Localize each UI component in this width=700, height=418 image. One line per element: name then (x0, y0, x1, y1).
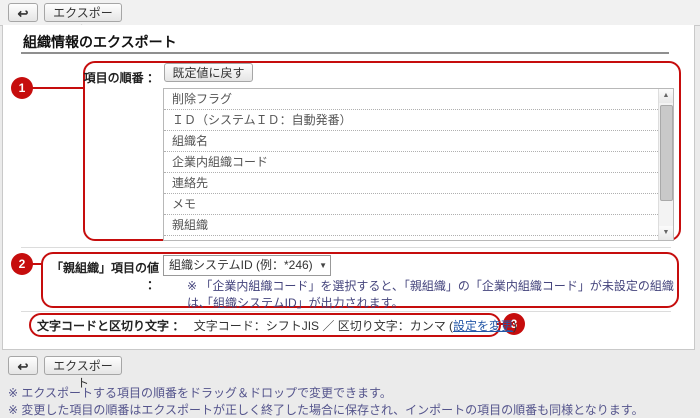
reset-default-button[interactable]: 既定値に戻す (164, 63, 253, 82)
selected-option-label: 組織システムID (例：*246) (169, 258, 313, 272)
back-icon: ↩ (18, 359, 29, 374)
parent-org-label: 「親組織」項目の値 ： (39, 259, 159, 293)
charset-row: 文字コードと区切り文字 ： 文字コード：シフトJIS ／ 区切り文字：カンマ (… (37, 317, 517, 334)
annotation-marker-2: 2 (11, 253, 33, 275)
parent-org-value-select[interactable]: 組織システムID (例：*246) ▼ (163, 255, 331, 276)
back-button[interactable]: ↩ (8, 3, 38, 22)
page: ↩ エクスポート 組織情報のエクスポート 1 項目の順番 ： 既定値に戻す 削除… (0, 0, 700, 416)
chevron-down-icon: ▼ (319, 256, 327, 275)
export-button-top[interactable]: エクスポート (44, 3, 122, 22)
footer-note-drag-drop: ※ エクスポートする項目の順番をドラッグ＆ドロップで変更できます。 (8, 384, 392, 401)
list-item[interactable]: 親組織 (164, 215, 658, 236)
list-scrollbar[interactable]: ▲ ▼ (658, 89, 673, 240)
section-divider (21, 247, 671, 248)
scroll-down-icon[interactable]: ▼ (659, 226, 673, 240)
main-panel: 組織情報のエクスポート 1 項目の順番 ： 既定値に戻す 削除フラグ ＩＤ（シス… (2, 25, 695, 350)
change-settings-link[interactable]: 設定を変更 (453, 319, 513, 333)
list-item[interactable]: メモ (164, 194, 658, 215)
charset-value: 文字コード：シフトJIS ／ 区切り文字：カンマ ( (194, 319, 453, 333)
export-button-bottom[interactable]: エクスポート (44, 356, 122, 375)
back-icon: ↩ (18, 6, 29, 21)
footer-note-order-saved: ※ 変更した項目の順番はエクスポートが正しく終了した場合に保存され、インポートの… (8, 401, 644, 418)
scrollbar-thumb[interactable] (660, 105, 673, 201)
order-label: 項目の順番 ： (69, 69, 159, 86)
list-item[interactable]: 削除フラグ (164, 89, 658, 110)
scroll-up-icon[interactable]: ▲ (659, 89, 673, 103)
title-rule (21, 52, 669, 54)
charset-value-suffix: ) (513, 319, 517, 333)
list-item[interactable]: 組織名 (164, 131, 658, 152)
back-button-bottom[interactable]: ↩ (8, 356, 38, 375)
charset-label: 文字コードと区切り文字 ： (37, 319, 190, 333)
list-item[interactable]: 企業内組織コード (164, 152, 658, 173)
field-order-list[interactable]: 削除フラグ ＩＤ（システムＩＤ：自動発番） 組織名 企業内組織コード 連絡先 メ… (163, 88, 674, 241)
annotation-connector-1 (31, 87, 85, 89)
section-divider (21, 311, 671, 312)
list-item[interactable]: ＩＤ（システムＩＤ：自動発番） (164, 110, 658, 131)
annotation-marker-1: 1 (11, 77, 33, 99)
page-title: 組織情報のエクスポート (23, 32, 177, 52)
parent-org-note-line2: 「組織システムID」が出力されます。 (201, 294, 403, 311)
top-toolbar: ↩ エクスポート (0, 0, 700, 26)
list-item[interactable]: 連絡先 (164, 173, 658, 194)
list-item[interactable]: 休日カレンダーID (164, 236, 658, 241)
